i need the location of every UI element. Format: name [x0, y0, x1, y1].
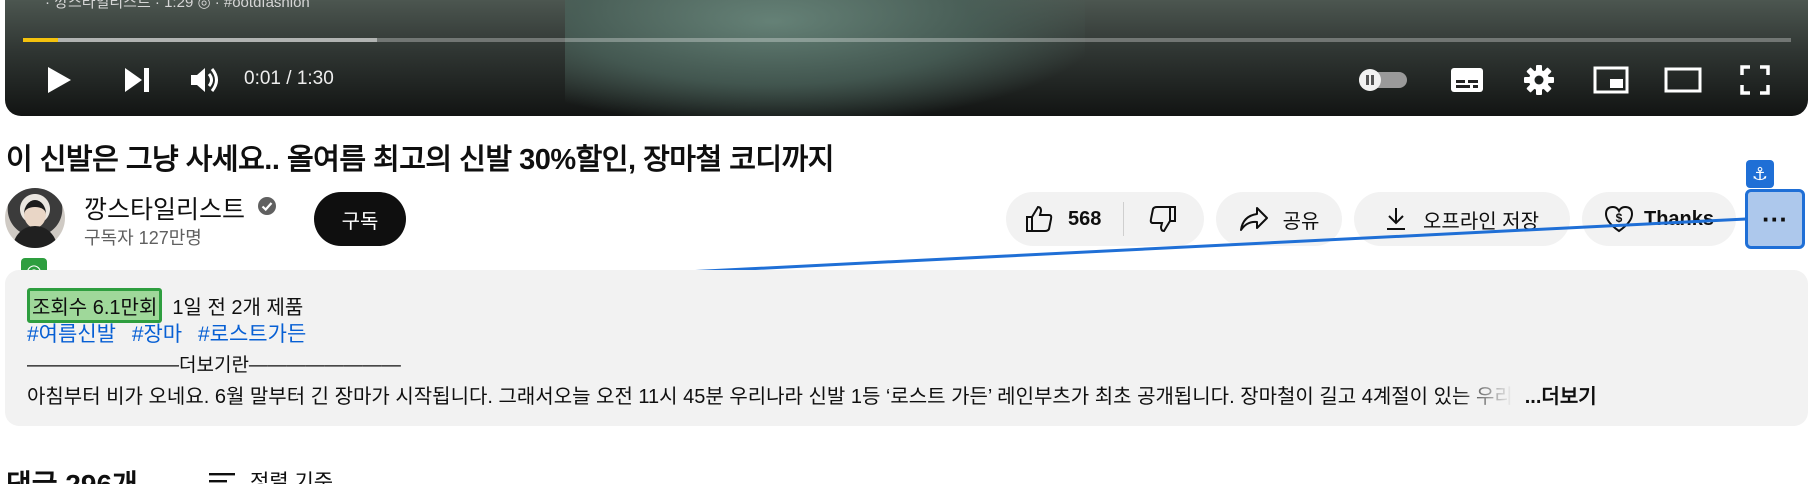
volume-icon — [191, 68, 218, 92]
theater-button[interactable] — [1663, 60, 1703, 100]
hashtag-link[interactable]: #장마 — [132, 323, 182, 346]
settings-gear-icon — [1524, 65, 1554, 95]
subscribe-button[interactable]: 구독 — [314, 192, 406, 246]
avatar-body — [13, 226, 57, 248]
next-button[interactable] — [117, 60, 157, 100]
thumbs-up-icon — [1026, 205, 1053, 232]
share-icon — [1239, 207, 1268, 231]
next-icon — [125, 68, 149, 92]
video-player[interactable]: · 깡스타일리스트 · 1:29 ◎ · #ootdfashion 0:01 /… — [5, 0, 1808, 116]
progress-buffered — [23, 38, 377, 42]
time-display: 0:01 / 1:30 — [244, 68, 334, 89]
share-button[interactable]: 공유 — [1216, 192, 1342, 246]
subscriber-count: 구독자 127만명 — [84, 228, 202, 248]
upload-date-products: 1일 전 2개 제품 — [172, 297, 304, 319]
svg-text:$: $ — [1616, 211, 1623, 225]
description-box[interactable]: 조회수 6.1만회 1일 전 2개 제품 #여름신발 #장마 #로스트가든 ——… — [5, 270, 1808, 426]
thumbs-down-icon — [1150, 206, 1177, 233]
like-button[interactable]: 568 — [1006, 192, 1123, 246]
fullscreen-icon — [1740, 65, 1770, 95]
video-overlay-text: · 깡스타일리스트 · 1:29 ◎ · #ootdfashion — [45, 0, 310, 11]
description-text: 아침부터 비가 오네요. 6월 말부터 긴 장마가 시작됩니다. 그래서오늘 오… — [27, 386, 1513, 408]
description-divider-text: ————————더보기란———————— — [27, 355, 401, 376]
autoplay-toggle-icon — [1359, 69, 1407, 91]
volume-button[interactable] — [185, 60, 225, 100]
theater-icon — [1664, 67, 1702, 93]
fullscreen-button[interactable] — [1735, 60, 1775, 100]
video-title: 이 신발은 그냥 사세요.. 올여름 최고의 신발 30%할인, 장마철 코디까… — [6, 144, 834, 176]
miniplayer-icon — [1593, 66, 1629, 94]
video-frame — [565, 0, 1085, 116]
verified-icon — [258, 197, 276, 215]
settings-button[interactable] — [1519, 60, 1559, 100]
share-label: 공유 — [1282, 210, 1320, 233]
channel-avatar[interactable] — [5, 188, 65, 248]
subtitles-button[interactable] — [1447, 60, 1487, 100]
download-label: 오프라인 저장 — [1423, 210, 1539, 233]
download-button[interactable]: 오프라인 저장 — [1354, 192, 1570, 246]
description-body: 아침부터 비가 오네요. 6월 말부터 긴 장마가 시작됩니다. 그래서오늘 오… — [27, 380, 1767, 409]
like-count: 568 — [1068, 207, 1102, 230]
autoplay-toggle[interactable] — [1357, 60, 1409, 100]
progress-played — [23, 38, 59, 42]
progress-bar[interactable] — [23, 38, 1791, 42]
subtitles-icon — [1451, 68, 1483, 92]
hashtag-link[interactable]: #여름신발 — [27, 323, 116, 346]
dislike-button[interactable] — [1124, 192, 1202, 246]
avatar-face — [24, 200, 46, 228]
anchor-icon: ⚓ — [1746, 160, 1774, 188]
miniplayer-button[interactable] — [1591, 60, 1631, 100]
comments-count-heading: 댓글 296개 — [6, 463, 138, 484]
thanks-button[interactable]: $ Thanks — [1582, 192, 1736, 246]
download-icon — [1387, 208, 1406, 230]
thanks-label: Thanks — [1643, 207, 1715, 230]
show-more-link[interactable]: ...더보기 — [1525, 380, 1597, 409]
more-actions-button[interactable]: ··· — [1745, 189, 1805, 249]
hashtag-list: #여름신발 #장마 #로스트가든 — [27, 318, 316, 348]
sort-icon — [209, 473, 235, 483]
play-button[interactable] — [39, 60, 79, 100]
sort-comments-button[interactable]: 정렬 기준 — [208, 466, 333, 484]
sort-label: 정렬 기준 — [250, 471, 334, 484]
play-icon — [48, 67, 71, 93]
hashtag-link[interactable]: #로스트가든 — [198, 323, 306, 346]
channel-name[interactable]: 깡스타일리스트 — [84, 190, 245, 226]
like-dislike-group: 568 — [1006, 192, 1204, 246]
thanks-heart-icon: $ — [1604, 205, 1633, 233]
